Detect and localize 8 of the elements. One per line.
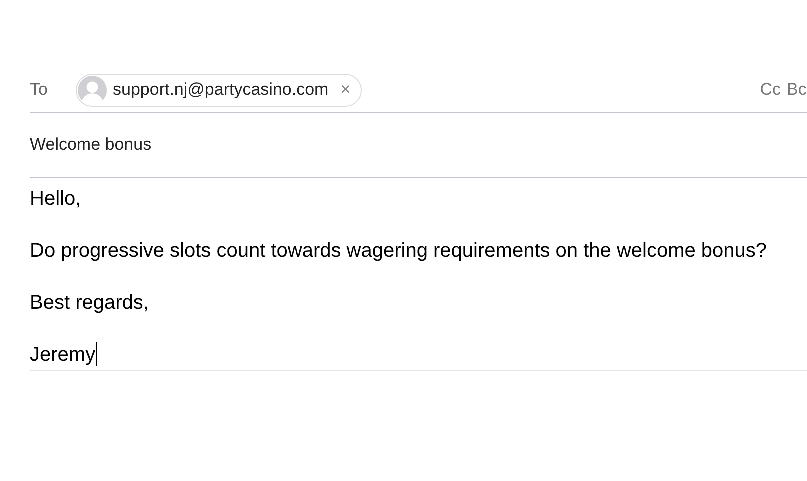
subject-field[interactable]: Welcome bonus xyxy=(30,135,152,155)
bcc-link[interactable]: Bc xyxy=(787,80,807,100)
to-label: To xyxy=(30,80,49,100)
message-body[interactable]: Hello, Do progressive slots count towards wagering requirements on the welcome bonus? Best regards, Jeremy xyxy=(30,178,807,371)
remove-button[interactable]: × xyxy=(334,80,351,100)
avatar-icon xyxy=(78,76,107,104)
cc-link[interactable]: Cc xyxy=(760,80,781,100)
recipient-chip[interactable]: support.nj@partycasino.com × xyxy=(76,74,362,106)
